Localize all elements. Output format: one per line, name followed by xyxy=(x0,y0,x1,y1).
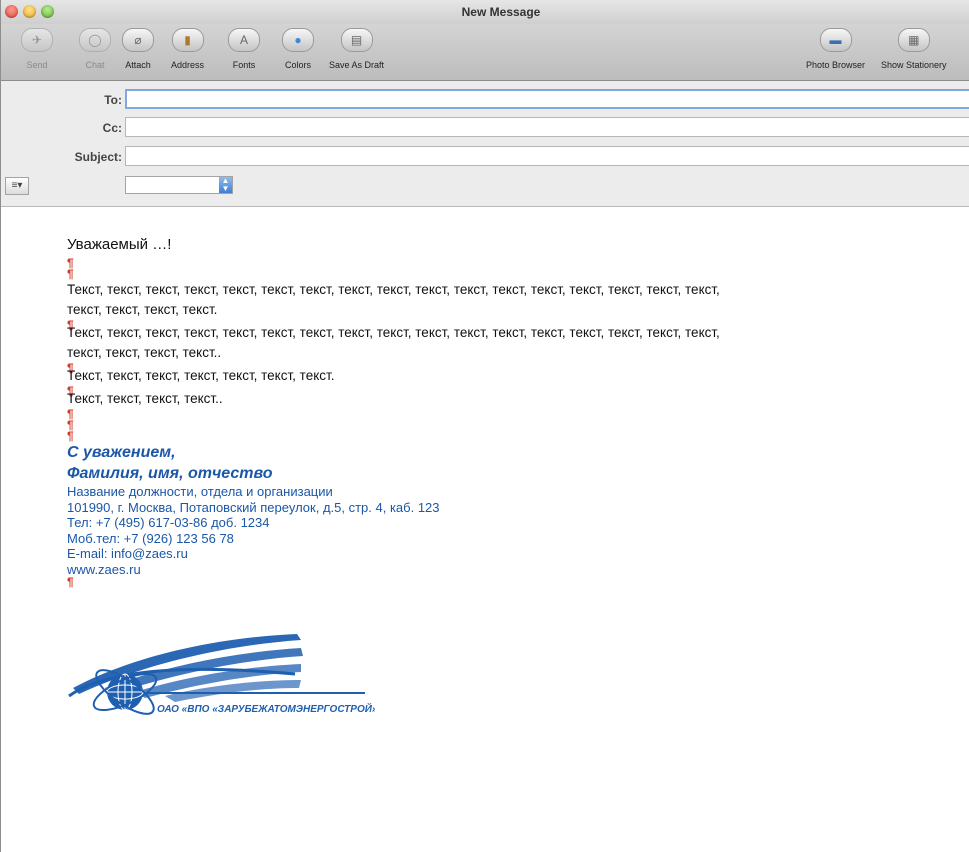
greeting-text: Уважаемый …! xyxy=(67,236,172,253)
subject-row: Subject: xyxy=(1,144,969,170)
cc-row: Cc: xyxy=(1,115,969,141)
cc-field[interactable] xyxy=(125,117,969,137)
signature-address: 101990, г. Москва, Потаповский переулок,… xyxy=(67,499,440,515)
signature-block: С уважением, Фамилия, имя, отчество Назв… xyxy=(67,442,947,588)
pilcrow-mark: ¶ xyxy=(67,267,74,281)
pilcrow-mark: ¶ xyxy=(67,575,74,589)
draft-icon: ▤ xyxy=(340,28,373,52)
body-paragraph-4: Текст, текст, текст, текст.. xyxy=(67,391,223,406)
save-as-draft-button[interactable]: ▤ Save As Draft xyxy=(329,28,384,78)
company-logo: ОАО «ВПО «ЗАРУБЕЖАТОМЭНЕРГОСТРОЙ» xyxy=(68,634,375,715)
pilcrow-mark: ¶ xyxy=(67,256,74,270)
send-icon: ✈ xyxy=(21,28,53,52)
logo-company-name: ОАО «ВПО «ЗАРУБЕЖАТОМЭНЕРГОСТРОЙ» xyxy=(157,702,375,715)
pilcrow-mark: ¶ xyxy=(67,418,74,432)
message-body[interactable]: Уважаемый …! ¶ ¶ Текст, текст, текст, те… xyxy=(67,236,947,588)
header-options-button[interactable]: ≡▾ xyxy=(5,177,29,195)
body-paragraph-1: Текст, текст, текст, текст, текст, текст… xyxy=(67,282,720,317)
to-field[interactable] xyxy=(125,89,969,109)
chat-button[interactable]: ◯ Chat xyxy=(79,28,111,78)
signature-position: Название должности, отдела и организации xyxy=(67,484,333,499)
body-paragraph-3: Текст, текст, текст, текст, текст, текст… xyxy=(67,368,335,383)
signature-name: Фамилия, имя, отчество xyxy=(67,465,273,482)
signature-website: www.zaes.ru xyxy=(67,561,141,577)
to-label: To: xyxy=(104,93,122,107)
fonts-icon: A xyxy=(228,28,260,52)
mail-compose-window: New Message ✈ Send ◯ Chat ⌀ Attach ▮ Add… xyxy=(0,0,969,852)
signature-phone: Тел: +7 (495) 617-03-86 доб. 1234 xyxy=(67,515,270,530)
colors-button[interactable]: ● Colors xyxy=(282,28,314,78)
signature-mobile: Моб.тел: +7 (926) 123 56 78 xyxy=(67,530,234,546)
body-paragraph-2: Текст, текст, текст, текст, текст, текст… xyxy=(67,325,720,360)
show-stationery-button[interactable]: ▦ Show Stationery xyxy=(881,28,947,78)
pilcrow-mark: ¶ xyxy=(67,407,74,421)
send-button[interactable]: ✈ Send xyxy=(21,28,53,78)
to-row: To: xyxy=(1,87,969,113)
title-bar: New Message xyxy=(1,0,969,24)
signature-email: E-mail: info@zaes.ru xyxy=(67,546,188,561)
pilcrow-mark: ¶ xyxy=(67,429,74,443)
address-button[interactable]: ▮ Address xyxy=(171,28,204,78)
signature-closing: С уважением, xyxy=(67,444,176,461)
toolbar: ✈ Send ◯ Chat ⌀ Attach ▮ Address A Fonts… xyxy=(1,24,969,81)
chat-icon: ◯ xyxy=(79,28,111,52)
stationery-icon: ▦ xyxy=(897,28,930,52)
subject-field[interactable] xyxy=(125,146,969,166)
address-book-icon: ▮ xyxy=(171,28,204,52)
select-arrows-icon: ▲ ▼ xyxy=(219,177,232,193)
paperclip-icon: ⌀ xyxy=(122,28,154,52)
subject-label: Subject: xyxy=(74,150,122,164)
window-title: New Message xyxy=(461,5,541,19)
photo-browser-button[interactable]: ▬ Photo Browser xyxy=(806,28,865,78)
account-select[interactable]: ▲ ▼ xyxy=(125,176,233,194)
photo-browser-icon: ▬ xyxy=(819,28,852,52)
color-wheel-icon: ● xyxy=(282,28,314,52)
message-header: To: Cc: Subject: ≡▾ ▲ ▼ xyxy=(1,81,969,207)
attach-button[interactable]: ⌀ Attach xyxy=(122,28,154,78)
cc-label: Cc: xyxy=(102,121,122,135)
fonts-button[interactable]: A Fonts xyxy=(228,28,260,78)
